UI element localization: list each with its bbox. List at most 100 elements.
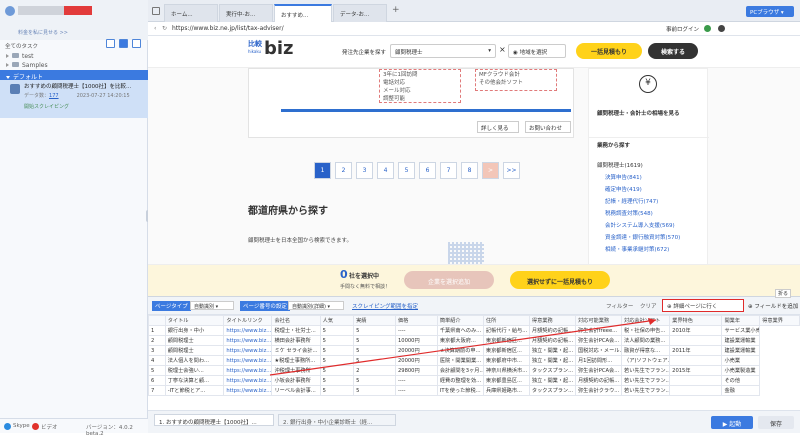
table-cell[interactable]: 5: [148, 365, 166, 376]
page-2[interactable]: 2: [335, 162, 352, 179]
table-cell[interactable]: 2010年: [669, 325, 723, 336]
category-item[interactable]: 資金調達・銀行融資対策(570): [605, 233, 680, 241]
column-header[interactable]: 開業年: [721, 315, 761, 326]
table-cell[interactable]: 29800円: [394, 365, 438, 376]
table-cell[interactable]: 5: [319, 355, 355, 366]
table-cell[interactable]: 記帳代行・給与...: [482, 325, 530, 336]
table-cell[interactable]: [669, 385, 723, 396]
tab-home[interactable]: ホーム...: [164, 4, 218, 22]
page-next[interactable]: >: [482, 162, 499, 179]
pre-login-button[interactable]: 事前ログイン: [666, 25, 699, 33]
contact-button[interactable]: お問い合わせ: [525, 121, 571, 133]
logo-biz[interactable]: biz: [264, 38, 294, 59]
table-cell[interactable]: 独立・開業・起...: [528, 345, 576, 356]
table-cell[interactable]: タックスプラン...: [528, 365, 576, 376]
table-cell[interactable]: 千葉県南へのみ...: [436, 325, 484, 336]
new-tab-icon[interactable]: +: [392, 5, 400, 15]
detail-button[interactable]: 詳しく見る: [477, 121, 519, 133]
table-cell[interactable]: 税理士・社労士...: [271, 325, 321, 336]
table-cell[interactable]: 東京都豊島区...: [482, 375, 530, 386]
table-cell[interactable]: ----: [394, 385, 438, 396]
table-cell[interactable]: 弥生会計PCA会...: [574, 335, 623, 346]
sidebar-title[interactable]: 顧問税理士・会計士の相場を見る: [597, 109, 680, 117]
task-title[interactable]: おすすめの顧問税理士【1000社】を比較...: [24, 82, 146, 90]
bulk-estimate-button[interactable]: 選択せずに一括見積もり: [510, 271, 610, 289]
add-field-button[interactable]: ⊕ フィールドを追加: [748, 302, 798, 310]
table-cell[interactable]: 神奈川県横浜市...: [482, 365, 530, 376]
table-cell[interactable]: 5: [319, 375, 355, 386]
table-cell[interactable]: 5: [353, 355, 396, 366]
column-header[interactable]: 得意業務: [528, 315, 576, 326]
goto-detail-button[interactable]: ⊕ 詳細ページに行く: [662, 299, 744, 312]
table-cell[interactable]: 小坂会計事務所: [271, 375, 321, 386]
category-item[interactable]: 決算申告(841): [605, 173, 642, 181]
table-cell[interactable]: 5: [353, 335, 396, 346]
table-cell[interactable]: 独立・開業・起...: [528, 355, 576, 366]
list-tab-2[interactable]: 2. 銀行出身・中小企業診断士（経...: [278, 414, 396, 426]
pricing-link[interactable]: 料金を私に見せる >>: [18, 29, 68, 36]
table-cell[interactable]: 月額契約の記帳...: [574, 375, 623, 386]
table-cell[interactable]: 建設業運輸業: [721, 335, 761, 346]
table-cell[interactable]: 5: [353, 345, 396, 356]
browser-mode-select[interactable]: PCブラウザ ▾: [746, 6, 794, 17]
estimate-button[interactable]: 一括見積もり: [576, 43, 642, 59]
table-cell[interactable]: 若い先生でフラン...: [621, 385, 671, 396]
page-last[interactable]: >>: [503, 162, 520, 179]
import-icon[interactable]: [132, 39, 141, 48]
tree-item-samples[interactable]: Samples: [6, 62, 48, 69]
table-cell[interactable]: 5: [353, 385, 396, 396]
page-setting-select[interactable]: 自動識別(詳細) ▾: [288, 301, 344, 310]
table-cell[interactable]: 5: [353, 325, 396, 336]
table-cell[interactable]: 7: [148, 385, 166, 396]
table-cell[interactable]: https://www.biz...: [223, 385, 273, 396]
page-7[interactable]: 7: [440, 162, 457, 179]
tab-running[interactable]: 実行中-お...: [219, 4, 273, 22]
url-input[interactable]: https://www.biz.ne.jp/list/tax-adviser/: [172, 25, 284, 32]
data-count[interactable]: 177: [49, 93, 59, 99]
page-3[interactable]: 3: [356, 162, 373, 179]
table-cell[interactable]: 5: [319, 325, 355, 336]
avatar[interactable]: [5, 6, 15, 16]
filter-button[interactable]: フィルター: [606, 302, 633, 310]
tree-item-default[interactable]: デフォルト: [0, 70, 148, 81]
table-cell[interactable]: 20000円: [394, 355, 438, 366]
table-cell[interactable]: 弥生会計PCA会...: [574, 365, 623, 376]
table-cell[interactable]: 顧問税理士: [164, 345, 225, 356]
table-cell[interactable]: 5: [319, 335, 355, 346]
clear-button[interactable]: クリア: [640, 302, 657, 310]
table-cell[interactable]: https://www.biz...: [223, 355, 273, 366]
table-cell[interactable]: 丁寧な決算と顧...: [164, 375, 225, 386]
column-header[interactable]: 価格: [394, 315, 438, 326]
table-cell[interactable]: 若い先生でフラン...: [621, 375, 671, 386]
table-cell[interactable]: 小売業: [721, 355, 761, 366]
table-cell[interactable]: 1: [148, 325, 166, 336]
table-cell[interactable]: 医院・開業開業...: [436, 355, 484, 366]
table-cell[interactable]: 月額契約の記帳...: [528, 335, 576, 346]
tree-item-test[interactable]: test: [6, 53, 34, 60]
table-cell[interactable]: [669, 355, 723, 366]
table-cell[interactable]: 独立・開業・起...: [528, 375, 576, 386]
video-link[interactable]: ビデオ: [41, 423, 58, 431]
table-cell[interactable]: ----: [394, 375, 438, 386]
table-cell[interactable]: ----: [394, 325, 438, 336]
table-cell[interactable]: 3: [148, 345, 166, 356]
category-item[interactable]: 税務調査対策(548): [605, 209, 653, 217]
table-cell[interactable]: https://www.biz...: [223, 375, 273, 386]
table-cell[interactable]: 顧問税理士: [164, 335, 225, 346]
service-select[interactable]: 顧問税理士 ▾: [390, 44, 496, 58]
table-cell[interactable]: 4: [148, 355, 166, 366]
category-item[interactable]: 顧問税理士(1619): [597, 161, 643, 169]
area-select[interactable]: ◉ 地域を選択: [508, 44, 566, 58]
table-cell[interactable]: 国税対応・メール...: [574, 345, 623, 356]
table-cell[interactable]: 東京都大阪府...: [436, 335, 484, 346]
table-cell[interactable]: [669, 375, 723, 386]
table-cell[interactable]: 20000円: [394, 345, 438, 356]
table-cell[interactable]: -ITと節税とア...: [164, 385, 225, 396]
table-cell[interactable]: リーベル会計事...: [271, 385, 321, 396]
table-cell[interactable]: [669, 335, 723, 346]
table-cell[interactable]: （ア)ソフトウェア...: [621, 355, 671, 366]
scraping-range-link[interactable]: スクレイピング範囲を指定: [352, 302, 418, 310]
table-cell[interactable]: https://www.biz...: [223, 365, 273, 376]
table-cell[interactable]: 2015年: [669, 365, 723, 376]
table-cell[interactable]: 若い先生でフラン...: [621, 365, 671, 376]
